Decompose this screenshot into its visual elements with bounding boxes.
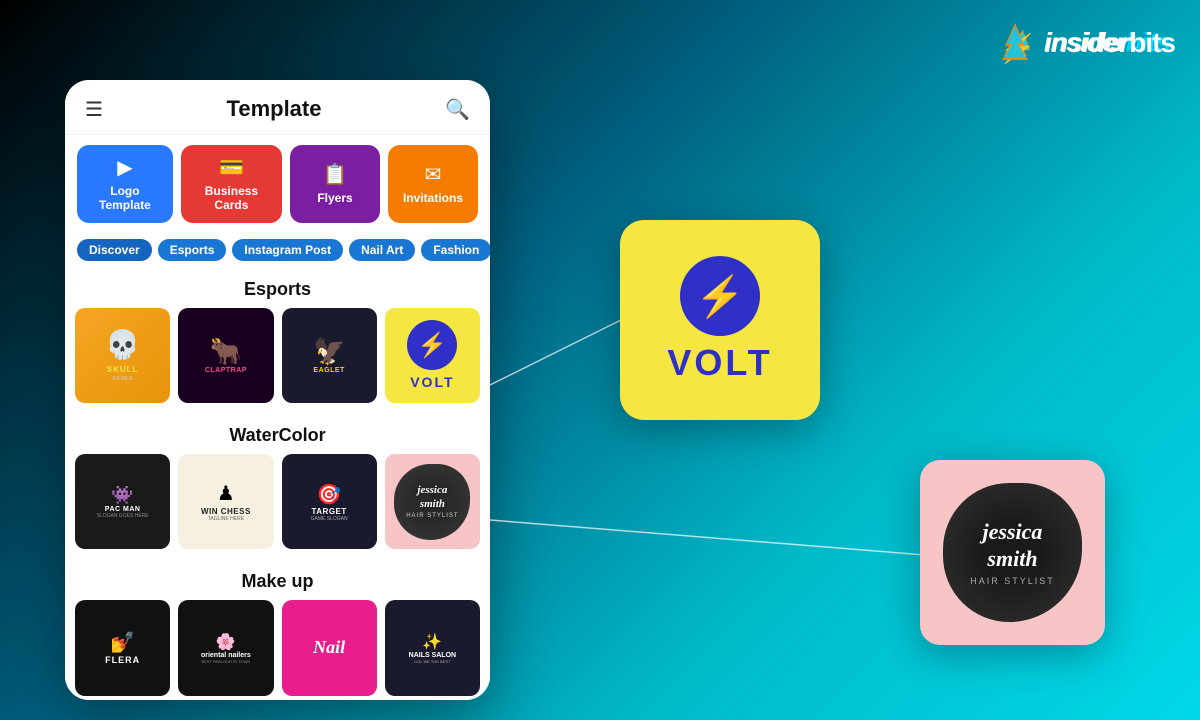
logo-card-oriental[interactable]: 🌸 oriental nailers BEST PARLOUR IN TOWN [178,600,273,695]
volt-large-text: VOLT [667,342,772,384]
logo-card-chess[interactable]: ♟ WIN CHESS TAGLINE HERE [178,454,273,549]
filter-instagram[interactable]: Instagram Post [232,239,343,261]
filter-fashion[interactable]: Fashion [421,239,490,261]
skull-title: SKULL [107,365,139,374]
logo-template-icon: ▶ [117,155,132,180]
target-title: TARGET [311,507,346,516]
category-buttons: ▶ Logo Template 💳 Business Cards 📋 Flyer… [65,135,490,233]
volt-card-large: ⚡ VOLT [620,220,820,420]
chess-title: WIN CHESS [201,507,251,516]
logo-card-skull[interactable]: 💀 SKULL GAMES [75,308,170,403]
makeup-grid: 💅 FLERA 🌸 oriental nailers BEST PARLOUR … [65,600,490,700]
invitations-label: Invitations [403,191,463,205]
pacman-icon: 👾 [111,485,133,506]
filter-esports[interactable]: Esports [158,239,227,261]
flyers-icon: 📋 [323,162,348,187]
filter-tags: Discover Esports Instagram Post Nail Art… [65,233,490,267]
category-invitations[interactable]: ✉ Invitations [388,145,478,223]
logo-card-target[interactable]: 🎯 TARGET GAME SLOGAN [282,454,377,549]
logo-template-label: Logo Template [89,184,161,213]
volt-bolt-circle: ⚡ [407,320,457,370]
esports-grid: 💀 SKULL GAMES 🐂 CLAPTRAP 🦅 EAGLET [65,308,490,413]
invitations-icon: ✉ [425,162,442,187]
logo-card-flera[interactable]: 💅 FLERA [75,600,170,695]
oriental-title: oriental nailers [201,652,251,659]
oriental-icon: 🌸 [216,632,236,652]
nailssalon-icon: ✨ [422,632,442,652]
logo-card-claptrap[interactable]: 🐂 CLAPTRAP [178,308,273,403]
logo-card-eaglet[interactable]: 🦅 EAGLET [282,308,377,403]
jessica-large-inner: jessicasmith HAIR STYLIST [943,483,1082,622]
esports-section-title: Esports [65,267,490,308]
bolt-symbol: ⚡ [417,331,447,360]
makeup-section-title: Make up [65,559,490,600]
jessica-large-name: jessicasmith [983,519,1043,572]
chess-icon: ♟ [217,481,235,506]
volt-large-bolt-circle: ⚡ [680,256,760,336]
jessica-large-subtitle: HAIR STYLIST [970,576,1055,586]
hamburger-icon[interactable]: ☰ [85,97,103,122]
brand-text: insiderbits [1044,27,1175,59]
volt-large-bolt-symbol: ⚡ [695,273,745,320]
category-flyers[interactable]: 📋 Flyers [290,145,380,223]
flyers-label: Flyers [317,191,352,205]
oriental-sub: BEST PARLOUR IN TOWN [201,659,250,664]
business-cards-label: Business Cards [193,184,270,213]
nailssalon-title: NAILS SALON [409,652,456,659]
flera-title: FLERA [105,655,140,665]
skull-icon: 💀 [105,328,140,361]
claptrap-icon: 🐂 [210,336,242,367]
jessica-name: jessicasmith [417,484,447,510]
category-logo-template[interactable]: ▶ Logo Template [77,145,173,223]
phone-mockup: ☰ Template 🔍 ▶ Logo Template 💳 Business … [65,80,490,700]
pacman-title: PAC MAN [105,506,141,513]
filter-discover[interactable]: Discover [77,239,152,261]
logo-card-nail[interactable]: Nail [282,600,377,695]
brand-icon [990,18,1040,68]
watercolor-grid: 👾 PAC MAN SLOGAN GOES HERE ♟ WIN CHESS T… [65,454,490,559]
category-business-cards[interactable]: 💳 Business Cards [181,145,282,223]
logo-card-volt[interactable]: ⚡ VOLT [385,308,480,403]
target-icon: 🎯 [317,482,342,507]
phone-content[interactable]: Esports 💀 SKULL GAMES 🐂 CLAPTRAP [65,267,490,700]
pacman-sub: SLOGAN GOES HERE [97,513,149,519]
eaglet-label: EAGLET [313,367,344,374]
phone-header: ☰ Template 🔍 [65,80,490,135]
nailssalon-sub: COL WE THE BEST [414,659,450,664]
skull-sub: GAMES [112,376,133,382]
jessica-card-large: jessicasmith HAIR STYLIST [920,460,1105,645]
brand-logo-container: insiderbits [990,18,1175,68]
logo-card-pacman[interactable]: 👾 PAC MAN SLOGAN GOES HERE [75,454,170,549]
filter-nailart[interactable]: Nail Art [349,239,415,261]
nail-title: Nail [313,637,345,658]
eaglet-icon: 🦅 [313,336,345,367]
target-sub: GAME SLOGAN [311,516,348,522]
search-icon[interactable]: 🔍 [445,97,470,122]
flera-icon: 💅 [110,630,135,655]
watercolor-section-title: WaterColor [65,413,490,454]
chess-sub: TAGLINE HERE [208,516,244,522]
volt-label: VOLT [410,374,454,390]
jessica-subtitle: HAIR STYLIST [406,513,458,519]
header-title: Template [227,96,322,122]
business-cards-icon: 💳 [219,155,244,180]
claptrap-label: CLAPTRAP [205,367,247,374]
logo-card-nailssalon[interactable]: ✨ NAILS SALON COL WE THE BEST [385,600,480,695]
logo-card-jessica[interactable]: jessicasmith HAIR STYLIST [385,454,480,549]
